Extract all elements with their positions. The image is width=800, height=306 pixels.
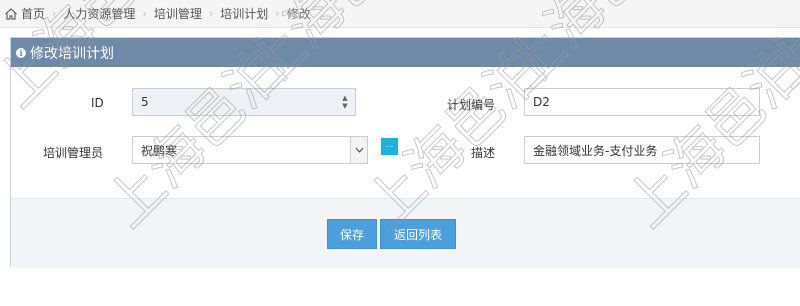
info-icon: i — [16, 47, 26, 58]
breadcrumb-separator: › — [208, 7, 214, 20]
id-label: ID — [91, 96, 104, 110]
description-label: 描述 — [471, 146, 496, 160]
description-field[interactable]: 金融领域业务-支付业务 — [524, 136, 760, 164]
home-icon[interactable] — [4, 7, 18, 21]
breadcrumb-hr-management[interactable]: 人力资源管理 — [63, 5, 135, 22]
breadcrumb-home[interactable]: 首页 — [21, 5, 45, 22]
panel-header: i 修改培训计划 — [11, 38, 800, 67]
breadcrumb-separator: › — [142, 7, 147, 20]
lookup-button[interactable]: ... — [381, 138, 398, 155]
manager-label: 培训管理员 — [43, 146, 104, 160]
description-value: 金融领域业务-支付业务 — [533, 143, 658, 158]
breadcrumb-training-management[interactable]: 培训管理 — [154, 5, 202, 22]
panel-title: 修改培训计划 — [30, 45, 114, 62]
chevron-down-icon[interactable] — [350, 137, 367, 163]
plan-number-label: 计划编号 — [447, 98, 496, 112]
plan-number-value: D2 — [533, 95, 550, 109]
manager-value: 祝鹏寒 — [141, 143, 178, 158]
breadcrumb-current: 修改 — [286, 7, 311, 21]
save-button[interactable]: 保存 — [327, 219, 377, 249]
breadcrumb-separator: › — [52, 7, 57, 20]
form-actions-bar: 保存 返回列表 — [11, 198, 800, 268]
manager-select[interactable]: 祝鹏寒 — [132, 136, 368, 164]
id-field[interactable]: 5 ▲ ▼ — [132, 88, 356, 116]
breadcrumb-training-plan[interactable]: 培训计划 — [220, 5, 268, 22]
back-to-list-button[interactable]: 返回列表 — [380, 219, 456, 249]
breadcrumb: 首页 › 人力资源管理 › 培训管理 › 培训计划 › 修改 — [0, 0, 800, 28]
plan-number-field[interactable]: D2 — [524, 88, 760, 116]
spinner-icon[interactable]: ▲ ▼ — [340, 94, 350, 110]
breadcrumb-separator: › — [275, 7, 280, 20]
edit-training-plan-panel: i 修改培训计划 ID 5 ▲ ▼ 计划编号 D2 培训管理员 祝鹏寒 ... 描… — [10, 37, 800, 268]
id-value: 5 — [141, 95, 149, 109]
